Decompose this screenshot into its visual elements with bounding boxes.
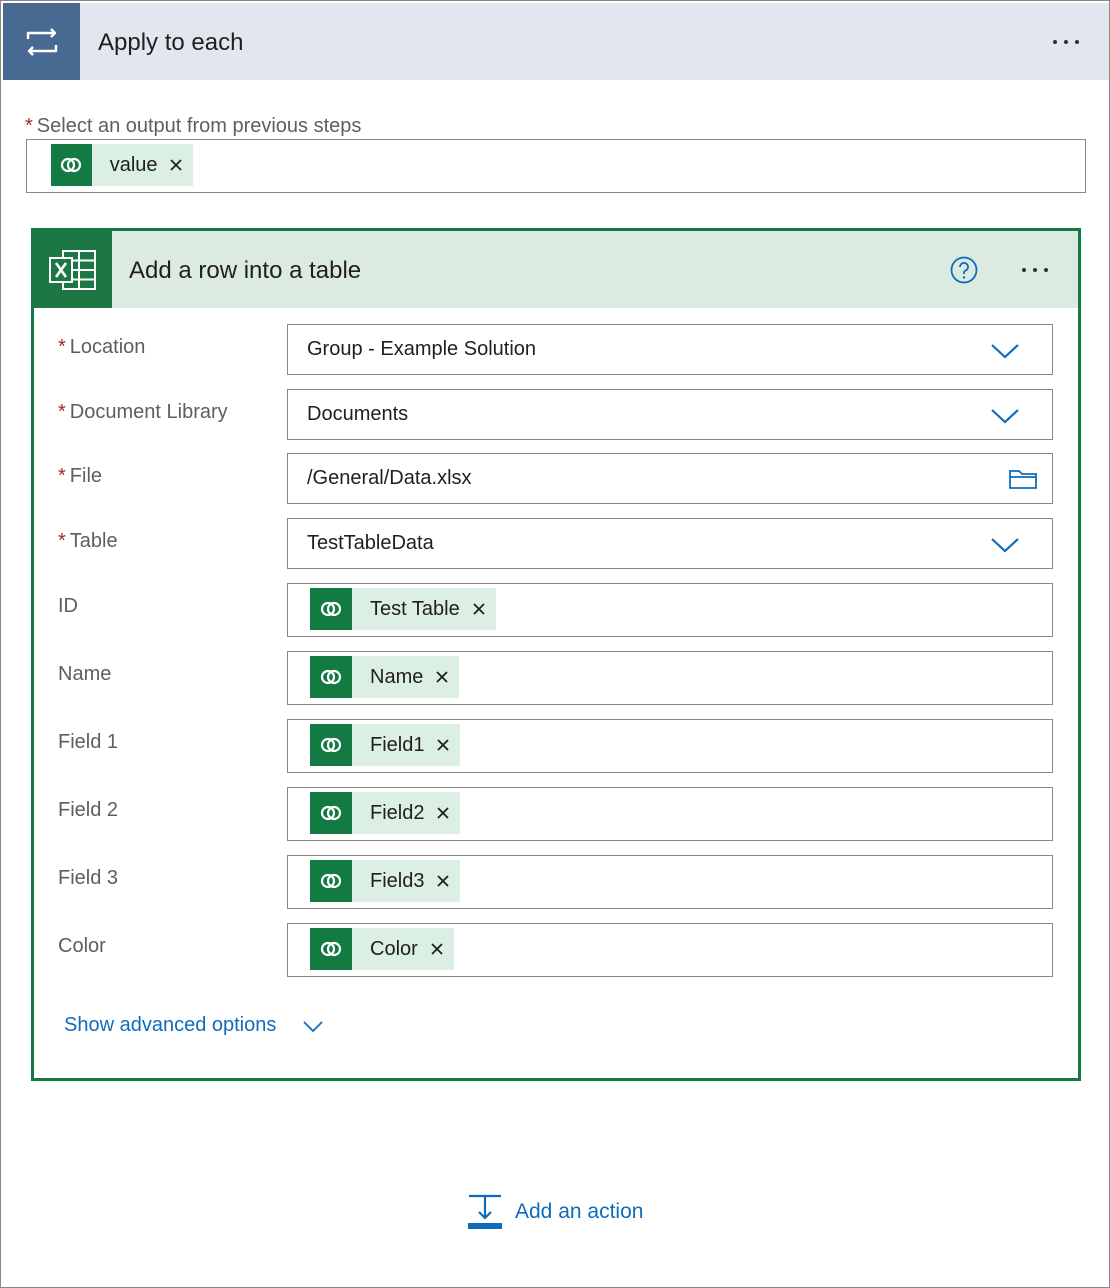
- chevron-down-icon: [991, 538, 1019, 553]
- dataverse-icon: [310, 588, 352, 630]
- token-label: value: [109, 153, 158, 176]
- dynamic-token[interactable]: Field2: [310, 792, 461, 834]
- file-label: * File: [58, 465, 103, 487]
- close-icon[interactable]: [470, 588, 496, 630]
- dynamic-token[interactable]: Field1: [310, 724, 461, 766]
- flow-designer-canvas: Apply to each * Select an output from pre…: [0, 0, 1110, 1288]
- select-output-label: * Select an output from previous steps: [25, 115, 362, 137]
- token-label: Color: [370, 937, 418, 960]
- dataverse-icon: [310, 928, 352, 970]
- token-label: Field2: [370, 801, 425, 824]
- dynamic-token[interactable]: Color: [310, 928, 454, 970]
- field-3-input[interactable]: Field3: [287, 855, 1053, 909]
- field-1-label: Field 1: [58, 731, 119, 753]
- chevron-down-icon: [991, 409, 1019, 424]
- field-2-label: Field 2: [58, 799, 119, 821]
- add-row-action-card: Add a row into a table * Location Group -…: [31, 228, 1081, 1081]
- close-icon[interactable]: [168, 144, 193, 186]
- add-action-button[interactable]: Add an action: [467, 1193, 643, 1231]
- token-label: Name: [370, 665, 424, 688]
- table-label: * Table: [58, 530, 118, 552]
- field-2-input[interactable]: Field2: [287, 787, 1053, 841]
- field-3-label: Field 3: [58, 867, 119, 889]
- chevron-down-icon[interactable]: [302, 1020, 324, 1034]
- file-picker-input[interactable]: /General/Data.xlsx: [287, 453, 1053, 504]
- id-input[interactable]: Test Table: [287, 583, 1053, 637]
- location-dropdown[interactable]: Group - Example Solution: [287, 324, 1053, 375]
- dataverse-icon: [310, 656, 352, 698]
- document-library-label: * Document Library: [58, 401, 228, 423]
- token-label: Field3: [370, 869, 425, 892]
- add-action-label: Add an action: [515, 1200, 644, 1223]
- close-icon[interactable]: [428, 928, 454, 970]
- dynamic-token[interactable]: Test Table: [310, 588, 496, 630]
- field-1-input[interactable]: Field1: [287, 719, 1053, 773]
- help-icon[interactable]: [950, 256, 978, 284]
- token-label: Field1: [370, 733, 425, 756]
- dataverse-icon: [310, 792, 352, 834]
- add-action-icon: [468, 1194, 502, 1229]
- dataverse-icon: [310, 860, 352, 902]
- close-icon[interactable]: [434, 792, 460, 834]
- more-options-icon[interactable]: [1022, 268, 1048, 272]
- close-icon[interactable]: [434, 860, 460, 902]
- name-input[interactable]: Name: [287, 651, 1053, 705]
- loop-title: Apply to each: [98, 29, 244, 56]
- select-output-input[interactable]: value: [26, 139, 1086, 193]
- more-options-icon[interactable]: [1053, 40, 1079, 44]
- close-icon[interactable]: [434, 724, 460, 766]
- token-label: Test Table: [370, 597, 460, 620]
- document-library-dropdown[interactable]: Documents: [287, 389, 1053, 440]
- dataverse-icon: [310, 724, 352, 766]
- id-label: ID: [58, 595, 78, 617]
- name-label: Name: [58, 663, 112, 685]
- chevron-down-icon: [991, 344, 1019, 359]
- action-title: Add a row into a table: [129, 257, 362, 284]
- excel-icon: [34, 231, 112, 308]
- table-dropdown[interactable]: TestTableData: [287, 518, 1053, 569]
- folder-icon[interactable]: [1008, 467, 1038, 491]
- loop-icon: [3, 3, 80, 80]
- dynamic-token[interactable]: Name: [310, 656, 460, 698]
- dynamic-token[interactable]: value: [51, 144, 193, 186]
- dataverse-icon: [51, 144, 92, 186]
- apply-to-each-header[interactable]: Apply to each: [3, 3, 1109, 80]
- close-icon[interactable]: [433, 656, 459, 698]
- color-label: Color: [58, 935, 106, 957]
- dynamic-token[interactable]: Field3: [310, 860, 461, 902]
- location-label: * Location: [58, 336, 146, 358]
- show-advanced-options-link[interactable]: Show advanced options: [64, 1014, 276, 1037]
- action-header[interactable]: Add a row into a table: [34, 231, 1078, 308]
- color-input[interactable]: Color: [287, 923, 1053, 977]
